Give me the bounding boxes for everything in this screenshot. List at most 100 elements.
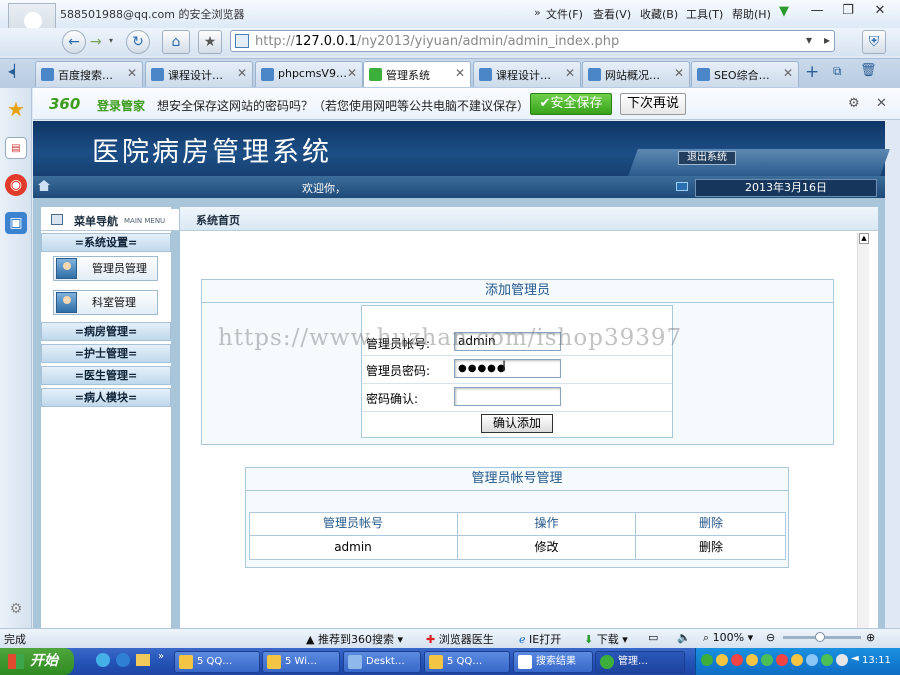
speaker-icon[interactable]: 🔈 <box>677 631 691 644</box>
menu-file[interactable]: 文件(F) <box>546 6 583 22</box>
chevron-down-icon[interactable]: ▾ <box>109 36 113 45</box>
sidebar-item-department-management[interactable]: 科室管理 <box>53 290 158 315</box>
window-icon[interactable]: ▭ <box>648 631 658 644</box>
refresh-icon[interactable]: ↻ <box>126 30 150 54</box>
tab-site-overview[interactable]: 网站概况… ✕ <box>582 61 690 87</box>
confirm-password-input[interactable] <box>454 387 561 406</box>
zoom-slider[interactable] <box>783 632 861 642</box>
shield-icon[interactable]: ⛨ <box>862 30 886 54</box>
taskbar-item-admin-page[interactable]: 管理… <box>595 651 685 673</box>
tray-app-icon[interactable] <box>821 654 833 666</box>
settings-gear-icon[interactable]: ⚙ <box>5 598 27 620</box>
menu-tools[interactable]: 工具(T) <box>686 6 723 22</box>
tab-baidu[interactable]: 百度搜索… ✕ <box>35 61 143 87</box>
tab-list-icon[interactable]: ⧉ <box>833 64 842 79</box>
new-tab-icon[interactable]: + <box>805 62 819 82</box>
close-icon[interactable]: ✕ <box>127 66 137 80</box>
go-icon[interactable]: ▸ <box>824 33 830 47</box>
delete-link[interactable]: 删除 <box>636 536 786 560</box>
close-icon[interactable]: ✕ <box>347 66 357 80</box>
close-icon[interactable]: ✕ <box>565 66 575 80</box>
brand-label: 登录管家 <box>97 99 146 113</box>
quicklaunch-folder-icon[interactable] <box>136 654 150 666</box>
tab-course-2[interactable]: 课程设计… ✕ <box>473 61 581 87</box>
later-button[interactable]: 下次再说 <box>620 93 686 115</box>
sidebar-group-nurse-management[interactable]: =护士管理= <box>41 344 171 363</box>
sidebar-toggle-icon[interactable]: ◂▏ <box>8 64 23 78</box>
url-dropdown-icon[interactable]: ▾ <box>806 33 812 47</box>
start-button[interactable]: 开始 <box>0 648 74 675</box>
tray-360-icon[interactable] <box>701 654 713 666</box>
quicklaunch-more-icon[interactable]: » <box>158 651 164 662</box>
recommend-360-button[interactable]: ▲ 推荐到360搜索 ▾ <box>306 631 403 647</box>
sidebar-group-ward-management[interactable]: =病房管理= <box>41 322 171 341</box>
tray-app-icon[interactable] <box>791 654 803 666</box>
logout-button[interactable]: 退出系统 <box>678 151 736 165</box>
zoom-control[interactable]: ⌕ 100% ▾ <box>703 631 753 645</box>
gear-icon[interactable]: ⚙ <box>848 96 860 111</box>
confirm-add-button[interactable]: 确认添加 <box>481 414 553 433</box>
zoom-out-icon[interactable]: ⊖ <box>766 631 775 644</box>
quicklaunch-browser-icon[interactable] <box>96 653 110 667</box>
folder-icon <box>267 655 281 669</box>
breadcrumb-bar <box>180 207 878 231</box>
download-arrow-icon: ⬇ <box>584 633 597 646</box>
close-icon[interactable]: ✕ <box>237 66 247 80</box>
secure-save-button[interactable]: ✔安全保存 <box>530 93 612 115</box>
tray-network-icon[interactable] <box>836 654 848 666</box>
taskbar-item-search-results[interactable]: 搜索结果 <box>513 651 593 673</box>
taskbar-item-qq-2[interactable]: 5 QQ… <box>424 651 510 673</box>
sidebar-group-doctor-management[interactable]: =医生管理= <box>41 366 171 385</box>
taskbar-item-desktop[interactable]: Deskt… <box>343 651 421 673</box>
zoom-slider-knob[interactable] <box>815 632 825 642</box>
close-button[interactable]: ✕ <box>869 2 891 20</box>
zoom-in-icon[interactable]: ⊕ <box>866 631 875 644</box>
maximize-button[interactable]: ❐ <box>837 2 859 20</box>
minimize-button[interactable]: — <box>806 2 828 20</box>
forward-icon[interactable]: → <box>90 34 102 50</box>
shirt-icon[interactable]: ▼ <box>779 4 789 19</box>
scroll-up-icon[interactable]: ▲ <box>859 233 869 244</box>
edit-link[interactable]: 修改 <box>458 536 636 560</box>
tray-volume-icon[interactable]: ◄ <box>851 653 859 664</box>
star-icon[interactable]: ★ <box>198 30 222 54</box>
quicklaunch-ie-icon[interactable] <box>116 653 130 667</box>
tray-app-icon[interactable] <box>761 654 773 666</box>
tab-seo[interactable]: SEO综合… ✕ <box>691 61 799 87</box>
favorites-star-icon[interactable]: ★ <box>5 98 27 120</box>
app-icon[interactable]: ▣ <box>5 212 27 234</box>
tab-phpcms[interactable]: phpcmsV9… ✕ <box>255 61 363 87</box>
back-icon[interactable]: ← <box>62 30 86 54</box>
menu-favorites[interactable]: 收藏(B) <box>640 6 678 22</box>
close-icon[interactable]: ✕ <box>783 66 793 80</box>
sidebar-group-system-settings[interactable]: =系统设置= <box>41 233 171 252</box>
menu-help[interactable]: 帮助(H) <box>732 6 771 22</box>
chevron-right-icon[interactable]: » <box>534 6 541 19</box>
trash-icon[interactable]: 🗑 <box>860 63 877 78</box>
home-icon[interactable]: ⌂ <box>162 30 190 54</box>
browser-doctor-button[interactable]: ✚ 浏览器医生 <box>426 631 494 647</box>
tab-course-1[interactable]: 课程设计… ✕ <box>145 61 253 87</box>
taskbar-item-qq-1[interactable]: 5 QQ… <box>174 651 260 673</box>
vertical-scrollbar[interactable]: ▲ <box>857 233 869 628</box>
close-icon[interactable]: ✕ <box>876 96 887 111</box>
tab-admin-system[interactable]: 管理系统 ✕ <box>363 61 471 87</box>
tray-app-icon[interactable] <box>776 654 788 666</box>
notes-icon[interactable]: ▤ <box>5 137 27 159</box>
tray-qq-icon[interactable] <box>746 654 758 666</box>
close-icon[interactable]: ✕ <box>455 66 465 80</box>
password-input[interactable]: ●●●●● <box>454 359 561 378</box>
ie-open-button[interactable]: ℯ IE打开 <box>519 631 561 647</box>
sidebar-item-admin-management[interactable]: 管理员管理 <box>53 256 158 281</box>
close-icon[interactable]: ✕ <box>674 66 684 80</box>
address-bar[interactable]: http://127.0.0.1/ny2013/yiyuan/admin/adm… <box>230 30 835 52</box>
download-button[interactable]: ⬇ 下载 ▾ <box>584 631 628 647</box>
tray-shield-icon[interactable] <box>806 654 818 666</box>
weibo-icon[interactable]: ◉ <box>5 174 27 196</box>
tray-qq-icon[interactable] <box>731 654 743 666</box>
sidebar-group-patient-module[interactable]: =病人模块= <box>41 388 171 407</box>
magnifier-icon: ⌕ <box>703 631 713 644</box>
tray-qq-icon[interactable] <box>716 654 728 666</box>
menu-view[interactable]: 查看(V) <box>593 6 631 22</box>
taskbar-item-windows-explorer[interactable]: 5 Wi… <box>262 651 340 673</box>
